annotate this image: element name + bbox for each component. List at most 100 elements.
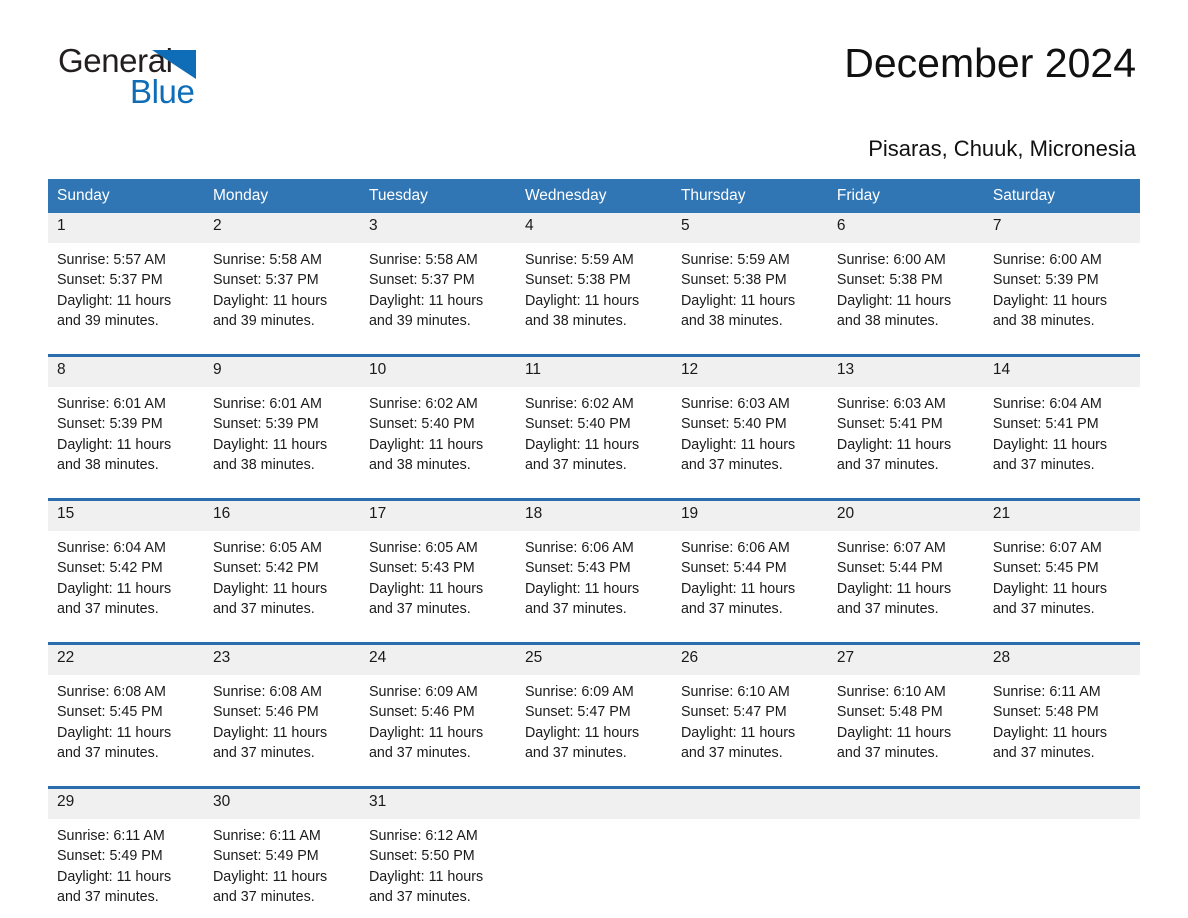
- daylight-text-line1: Daylight: 11 hours: [992, 292, 1108, 309]
- day-cell[interactable]: Sunrise: 6:03 AM Sunset: 5:41 PM Dayligh…: [827, 387, 984, 486]
- day-number[interactable]: 21: [983, 501, 1140, 531]
- day-cell[interactable]: Sunrise: 6:06 AM Sunset: 5:44 PM Dayligh…: [671, 531, 828, 630]
- day-cell[interactable]: Sunrise: 6:00 AM Sunset: 5:39 PM Dayligh…: [983, 243, 1140, 342]
- day-number[interactable]: 30: [203, 789, 360, 819]
- daylight-text-line2: and 37 minutes.: [836, 456, 939, 473]
- day-number[interactable]: 5: [671, 213, 828, 243]
- day-cell[interactable]: Sunrise: 6:09 AM Sunset: 5:47 PM Dayligh…: [515, 675, 672, 774]
- daylight-text-line1: Daylight: 11 hours: [524, 292, 640, 309]
- day-cell[interactable]: Sunrise: 6:09 AM Sunset: 5:46 PM Dayligh…: [359, 675, 516, 774]
- day-cell[interactable]: Sunrise: 6:05 AM Sunset: 5:43 PM Dayligh…: [359, 531, 516, 630]
- day-cell[interactable]: Sunrise: 6:08 AM Sunset: 5:45 PM Dayligh…: [48, 675, 204, 774]
- day-cell[interactable]: Sunrise: 6:04 AM Sunset: 5:42 PM Dayligh…: [48, 531, 204, 630]
- daylight-text-line1: Daylight: 11 hours: [992, 724, 1108, 741]
- day-cell[interactable]: Sunrise: 6:01 AM Sunset: 5:39 PM Dayligh…: [203, 387, 360, 486]
- sunset-text: Sunset: 5:41 PM: [992, 416, 1099, 433]
- week-row-daynumbers: 15 16 17 18 19 20 21: [48, 501, 1140, 531]
- day-number[interactable]: 24: [359, 645, 516, 675]
- day-number[interactable]: 31: [359, 789, 516, 819]
- day-cell[interactable]: Sunrise: 6:04 AM Sunset: 5:41 PM Dayligh…: [983, 387, 1140, 486]
- day-cell[interactable]: Sunrise: 6:12 AM Sunset: 5:50 PM Dayligh…: [359, 819, 516, 918]
- daylight-text-line2: and 37 minutes.: [680, 456, 783, 473]
- day-cell[interactable]: Sunrise: 5:59 AM Sunset: 5:38 PM Dayligh…: [515, 243, 672, 342]
- day-number[interactable]: 22: [48, 645, 204, 675]
- weekday-header-tuesday: Tuesday: [359, 179, 516, 213]
- day-cell[interactable]: Sunrise: 5:57 AM Sunset: 5:37 PM Dayligh…: [48, 243, 204, 342]
- sunset-text: Sunset: 5:41 PM: [836, 416, 943, 433]
- day-number[interactable]: 11: [515, 357, 672, 387]
- day-cell[interactable]: Sunrise: 6:11 AM Sunset: 5:49 PM Dayligh…: [48, 819, 204, 918]
- day-cell[interactable]: Sunrise: 5:58 AM Sunset: 5:37 PM Dayligh…: [359, 243, 516, 342]
- day-number[interactable]: 27: [827, 645, 984, 675]
- day-cell-empty: [827, 819, 984, 918]
- day-cell[interactable]: Sunrise: 6:11 AM Sunset: 5:48 PM Dayligh…: [983, 675, 1140, 774]
- daylight-text-line2: and 38 minutes.: [680, 312, 783, 329]
- daylight-text-line2: and 37 minutes.: [680, 600, 783, 617]
- weekday-header-sunday: Sunday: [48, 179, 204, 213]
- day-cell[interactable]: Sunrise: 6:02 AM Sunset: 5:40 PM Dayligh…: [359, 387, 516, 486]
- day-number[interactable]: 25: [515, 645, 672, 675]
- day-number[interactable]: 8: [48, 357, 204, 387]
- sunset-text: Sunset: 5:40 PM: [680, 416, 787, 433]
- sunrise-text: Sunrise: 6:11 AM: [212, 828, 321, 844]
- day-cell[interactable]: Sunrise: 5:58 AM Sunset: 5:37 PM Dayligh…: [203, 243, 360, 342]
- day-number[interactable]: 1: [48, 213, 204, 243]
- day-number[interactable]: 18: [515, 501, 672, 531]
- sunrise-text: Sunrise: 6:11 AM: [992, 684, 1101, 700]
- week-gap: [48, 630, 1140, 642]
- day-number[interactable]: 29: [48, 789, 204, 819]
- day-number[interactable]: 14: [983, 357, 1140, 387]
- daylight-text-line2: and 37 minutes.: [368, 888, 471, 905]
- day-cell[interactable]: Sunrise: 6:00 AM Sunset: 5:38 PM Dayligh…: [827, 243, 984, 342]
- day-number[interactable]: 28: [983, 645, 1140, 675]
- day-number[interactable]: 3: [359, 213, 516, 243]
- day-cell[interactable]: Sunrise: 6:11 AM Sunset: 5:49 PM Dayligh…: [203, 819, 360, 918]
- day-number[interactable]: 23: [203, 645, 360, 675]
- day-cell[interactable]: Sunrise: 6:01 AM Sunset: 5:39 PM Dayligh…: [48, 387, 204, 486]
- sunrise-text: Sunrise: 6:10 AM: [680, 684, 790, 700]
- day-cell[interactable]: Sunrise: 5:59 AM Sunset: 5:38 PM Dayligh…: [671, 243, 828, 342]
- daylight-text-line1: Daylight: 11 hours: [992, 580, 1108, 597]
- day-number[interactable]: 2: [203, 213, 360, 243]
- daylight-text-line2: and 37 minutes.: [836, 600, 939, 617]
- day-number[interactable]: 17: [359, 501, 516, 531]
- day-cell[interactable]: Sunrise: 6:10 AM Sunset: 5:47 PM Dayligh…: [671, 675, 828, 774]
- day-cell[interactable]: Sunrise: 6:08 AM Sunset: 5:46 PM Dayligh…: [203, 675, 360, 774]
- day-number[interactable]: 10: [359, 357, 516, 387]
- daylight-text-line2: and 37 minutes.: [524, 600, 627, 617]
- title-block: December 2024: [844, 41, 1140, 85]
- day-number[interactable]: 4: [515, 213, 672, 243]
- day-cell[interactable]: Sunrise: 6:02 AM Sunset: 5:40 PM Dayligh…: [515, 387, 672, 486]
- week-gap: [48, 342, 1140, 354]
- daylight-text-line2: and 37 minutes.: [212, 888, 315, 905]
- daylight-text-line2: and 37 minutes.: [57, 600, 159, 617]
- sunset-text: Sunset: 5:47 PM: [680, 704, 787, 721]
- sunrise-text: Sunrise: 6:07 AM: [836, 540, 946, 556]
- day-cell[interactable]: Sunrise: 6:07 AM Sunset: 5:44 PM Dayligh…: [827, 531, 984, 630]
- day-number[interactable]: 26: [671, 645, 828, 675]
- day-cell[interactable]: Sunrise: 6:05 AM Sunset: 5:42 PM Dayligh…: [203, 531, 360, 630]
- day-number[interactable]: 20: [827, 501, 984, 531]
- day-number[interactable]: 7: [983, 213, 1140, 243]
- day-number[interactable]: 13: [827, 357, 984, 387]
- calendar-table: Sunday Monday Tuesday Wednesday Thursday…: [48, 179, 1140, 918]
- sunset-text: Sunset: 5:45 PM: [992, 560, 1099, 577]
- day-cell-empty: [671, 819, 828, 918]
- day-number[interactable]: 16: [203, 501, 360, 531]
- day-number[interactable]: 6: [827, 213, 984, 243]
- day-number[interactable]: 9: [203, 357, 360, 387]
- daylight-text-line1: Daylight: 11 hours: [836, 724, 952, 741]
- day-number[interactable]: 15: [48, 501, 204, 531]
- sunrise-text: Sunrise: 6:02 AM: [524, 396, 634, 412]
- daylight-text-line1: Daylight: 11 hours: [524, 580, 640, 597]
- daylight-text-line2: and 37 minutes.: [57, 888, 159, 905]
- day-cell[interactable]: Sunrise: 6:06 AM Sunset: 5:43 PM Dayligh…: [515, 531, 672, 630]
- sunset-text: Sunset: 5:44 PM: [680, 560, 787, 577]
- day-cell[interactable]: Sunrise: 6:03 AM Sunset: 5:40 PM Dayligh…: [671, 387, 828, 486]
- day-cell-empty: [515, 819, 672, 918]
- day-cell[interactable]: Sunrise: 6:07 AM Sunset: 5:45 PM Dayligh…: [983, 531, 1140, 630]
- day-cell[interactable]: Sunrise: 6:10 AM Sunset: 5:48 PM Dayligh…: [827, 675, 984, 774]
- day-number[interactable]: 19: [671, 501, 828, 531]
- day-number[interactable]: 12: [671, 357, 828, 387]
- sunset-text: Sunset: 5:40 PM: [368, 416, 475, 433]
